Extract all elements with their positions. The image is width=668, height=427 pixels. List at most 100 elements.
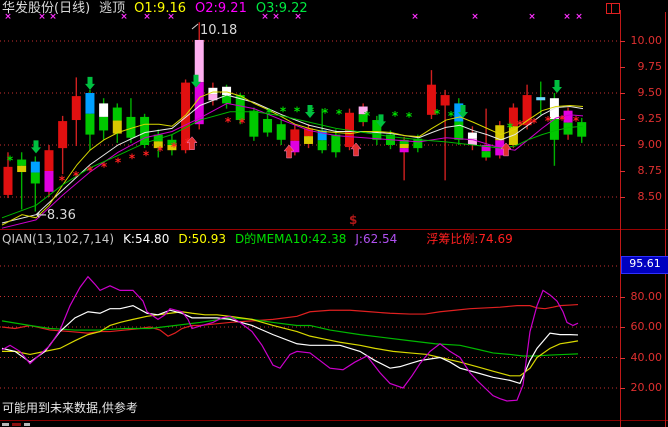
axis-tick-label: 8.75 (620, 164, 662, 177)
candle-body[interactable] (263, 119, 272, 133)
dollar-marker: $ (349, 213, 357, 227)
axis-tick (620, 327, 625, 328)
candle-body[interactable] (4, 167, 13, 195)
o1-value: O1:9.16 (134, 1, 186, 17)
current-value-readout: 95.61 (621, 256, 668, 274)
d-line (2, 312, 578, 376)
candle-body[interactable] (85, 93, 94, 114)
axis-tick-label: 80.00 (620, 290, 662, 303)
green-star-marker: * (280, 105, 287, 119)
candle-body[interactable] (550, 119, 559, 140)
candle-body[interactable] (140, 117, 149, 145)
candle-body[interactable] (304, 136, 313, 144)
candle-body[interactable] (441, 95, 450, 105)
indicator-panel-chart[interactable] (0, 248, 620, 420)
candle-body[interactable] (85, 114, 94, 135)
indicator-header: QIAN(13,102,7,14) K:54.80 D:50.93 D的MEMA… (2, 231, 513, 247)
candle-body[interactable] (31, 162, 40, 173)
signal-x-marker: × (528, 12, 536, 22)
red-star-marker: * (101, 160, 108, 174)
green-star-marker: * (392, 109, 399, 123)
green-star-marker: * (322, 106, 329, 120)
candle-body[interactable] (318, 140, 327, 150)
axis-tick (620, 197, 625, 198)
indicator-name[interactable]: QIAN(13,102,7,14) (2, 231, 114, 247)
red-star-marker: * (531, 116, 538, 130)
axis-tick-label: 9.50 (620, 86, 662, 99)
axis-tick-label: 9.75 (620, 60, 662, 73)
axis-tick (620, 145, 625, 146)
sell-signal-arrow-icon (552, 80, 562, 93)
candle-body[interactable] (44, 150, 53, 171)
green-star-marker: * (434, 107, 441, 121)
chart-title-bar: 华发股份(日线) 逃顶 O1:9.16 O2:9.21 O3:9.22 (2, 1, 308, 17)
o2-value: O2:9.21 (195, 1, 247, 17)
green-star-marker: * (7, 154, 14, 168)
red-star-marker: * (573, 114, 580, 128)
red-star-marker: * (115, 156, 122, 170)
green-star-marker: * (336, 107, 343, 121)
candle-body[interactable] (99, 117, 108, 131)
axis-tick (620, 119, 625, 120)
candle-body[interactable] (454, 122, 463, 140)
candle-body[interactable] (400, 148, 409, 152)
candle-body[interactable] (290, 129, 299, 140)
red-star-marker: * (225, 115, 232, 129)
axis-tick-label: 9.25 (620, 112, 662, 125)
candle-body[interactable] (482, 151, 491, 157)
green-star-marker: * (266, 106, 273, 120)
candle-body[interactable] (99, 103, 108, 117)
red-star-marker: * (157, 144, 164, 158)
stock-title: 华发股份(日线) (2, 1, 90, 17)
signal-x-marker: × (575, 12, 583, 22)
k-value: K:54.80 (123, 231, 169, 247)
red-star-marker: * (559, 113, 566, 127)
red-star-marker: * (59, 173, 66, 187)
candle-body[interactable] (400, 144, 409, 148)
candle-body[interactable] (277, 124, 286, 140)
axis-tick-label: 9.00 (620, 138, 662, 151)
low-price-label: ←8.36 (36, 208, 76, 223)
candle-body[interactable] (17, 160, 26, 166)
axis-tick (620, 358, 625, 359)
green-star-marker: * (294, 105, 301, 119)
candle-body[interactable] (536, 97, 545, 100)
candle-body[interactable] (331, 135, 340, 153)
main-candlestick-chart[interactable]: ******************************××××××××××… (0, 8, 620, 230)
signal-x-marker: × (411, 12, 419, 22)
fuchou-value: 浮筹比例:74.69 (426, 231, 512, 247)
fuchou-ratio-line (2, 305, 578, 337)
axis-tick-label: 60.00 (620, 320, 662, 333)
axis-tick (620, 67, 625, 68)
axis-tick (620, 297, 625, 298)
o3-value: O3:9.22 (256, 1, 308, 17)
future-data-notice: 可能用到未来数据,供参考 (2, 399, 138, 416)
candle-body[interactable] (113, 108, 122, 121)
red-star-marker: * (517, 118, 524, 132)
candle-body[interactable] (58, 121, 67, 148)
green-star-marker: * (364, 109, 371, 123)
candle-body[interactable] (31, 173, 40, 184)
axis-tick (620, 388, 625, 389)
panel-separator-line (0, 229, 668, 230)
candle-body[interactable] (468, 133, 477, 139)
red-star-marker: * (129, 152, 136, 166)
clipped-panel-text-fragment (2, 423, 36, 427)
signal-x-marker: × (563, 12, 571, 22)
mema-value: D的MEMA10:42.38 (235, 231, 346, 247)
axis-tick-label: 20.00 (620, 381, 662, 394)
bottom-separator-line (0, 420, 668, 421)
green-star-marker: * (406, 110, 413, 124)
j-line (2, 277, 578, 401)
restore-window-icon[interactable] (606, 3, 620, 14)
candle-body[interactable] (17, 166, 26, 172)
sell-signal-arrow-icon (85, 77, 95, 90)
candle-body[interactable] (222, 87, 231, 95)
right-border-line (665, 12, 666, 427)
candle-body[interactable] (249, 111, 258, 137)
high-label-pointer (192, 24, 198, 29)
candle-body[interactable] (72, 96, 81, 120)
signal-name: 逃顶 (99, 1, 125, 17)
mema-line (2, 318, 578, 356)
candle-body[interactable] (44, 171, 53, 192)
